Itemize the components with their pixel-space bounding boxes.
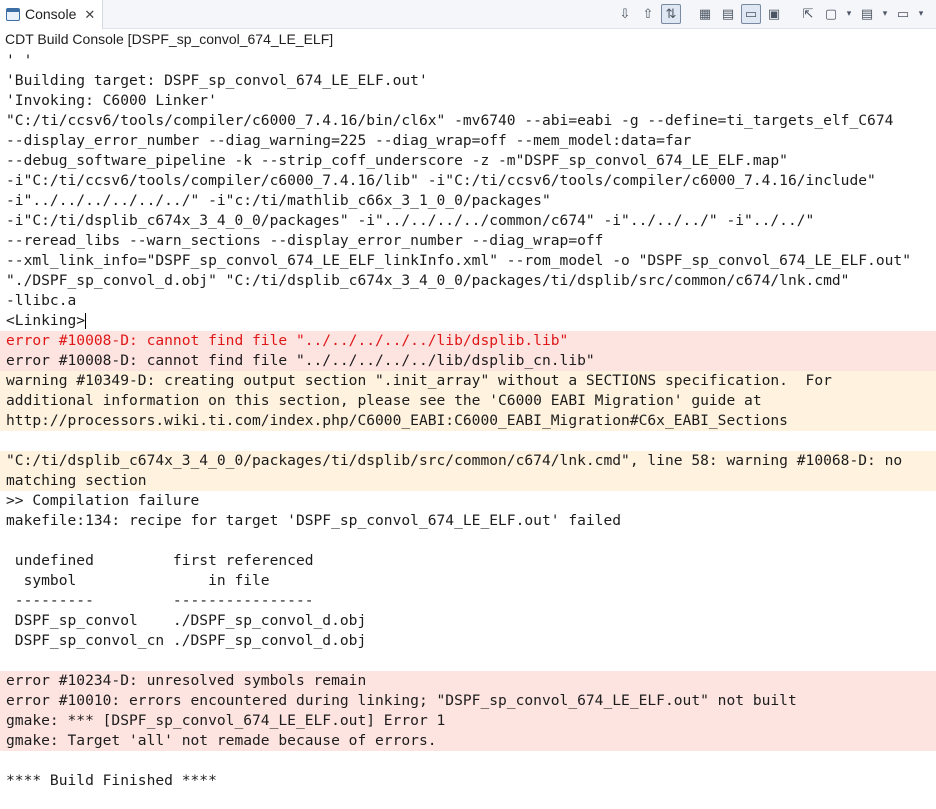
console-warning-line: matching section (0, 471, 936, 491)
console-warning-line: additional information on this section, … (0, 391, 936, 411)
console-line: makefile:134: recipe for target 'DSPF_sp… (6, 512, 622, 529)
copy-build-log-icon[interactable]: ▦ (695, 4, 715, 24)
console-line: <Linking> (6, 312, 87, 329)
console-line: --debug_software_pipeline -k --strip_cof… (6, 152, 788, 169)
pin-console-icon[interactable]: ⇱ (798, 4, 818, 24)
console-line: -i"C:/ti/ccsv6/tools/compiler/c6000_7.4.… (6, 172, 876, 189)
next-message-icon[interactable]: ⇩ (615, 4, 635, 24)
previous-message-icon[interactable]: ⇧ (638, 4, 658, 24)
display-console-dropdown-icon[interactable]: ▾ (844, 4, 854, 24)
console-warning-line: "C:/ti/dsplib_c674x_3_4_0_0/packages/ti/… (0, 451, 936, 471)
console-line: DSPF_sp_convol_cn ./DSPF_sp_convol_d.obj (6, 632, 367, 649)
console-line: --reread_libs --warn_sections --display_… (6, 232, 604, 249)
minimize-icon[interactable]: ▭ (893, 4, 913, 24)
console-line: symbol in file (6, 572, 270, 589)
close-icon[interactable]: ✕ (84, 7, 95, 23)
console-line: --------- ---------------- (6, 592, 314, 609)
console-line: --display_error_number --diag_warning=22… (6, 132, 692, 149)
display-console-icon[interactable]: ▢ (821, 4, 841, 24)
scroll-lock-icon[interactable]: ▭ (741, 4, 761, 24)
console-line: "C:/ti/ccsv6/tools/compiler/c6000_7.4.16… (6, 112, 894, 129)
console-line: >> Compilation failure (6, 492, 200, 509)
console-title: CDT Build Console [DSPF_sp_convol_674_LE… (5, 31, 334, 47)
console-warning-line: http://processors.wiki.ti.com/index.php/… (0, 411, 936, 431)
console-warning-line: warning #10349-D: creating output sectio… (0, 371, 936, 391)
console-output[interactable]: ' ' 'Building target: DSPF_sp_convol_674_… (0, 51, 936, 791)
clear-console-icon[interactable]: ▤ (718, 4, 738, 24)
view-tab-bar: Console ✕ ⇩ ⇧ ⇅ ▦ ▤ ▭ ▣ ⇱ ▢ ▾ ▤ ▾ ▭ ▾ (0, 0, 936, 29)
console-line: ' ' (6, 52, 33, 69)
console-toolbar: ⇩ ⇧ ⇅ ▦ ▤ ▭ ▣ ⇱ ▢ ▾ ▤ ▾ ▭ ▾ (615, 4, 926, 24)
text-cursor (85, 313, 87, 329)
console-line: **** Build Finished **** (6, 772, 217, 789)
tab-console-label: Console (25, 6, 77, 22)
console-icon (6, 8, 20, 21)
console-error-line: gmake: *** [DSPF_sp_convol_674_LE_ELF.ou… (0, 711, 936, 731)
console-line: 'Building target: DSPF_sp_convol_674_LE_… (6, 72, 428, 89)
console-line: DSPF_sp_convol ./DSPF_sp_convol_d.obj (6, 612, 367, 629)
console-error-line: error #10008-D: cannot find file "../../… (0, 351, 936, 371)
console-line: -llibc.a (6, 292, 77, 309)
open-console-dropdown-icon[interactable]: ▾ (880, 4, 890, 24)
console-line: -i"../../../../../../" -i"c:/ti/mathlib_… (6, 192, 551, 209)
link-with-editor-icon[interactable]: ⇅ (661, 4, 681, 24)
open-console-icon[interactable]: ▤ (857, 4, 877, 24)
console-line: --xml_link_info="DSPF_sp_convol_674_LE_E… (6, 252, 911, 269)
console-error-line: error #10234-D: unresolved symbols remai… (0, 671, 936, 691)
console-line: -i"C:/ti/dsplib_c674x_3_4_0_0/packages" … (6, 212, 815, 229)
console-line: "./DSPF_sp_convol_d.obj" "C:/ti/dsplib_c… (6, 272, 850, 289)
console-line: 'Invoking: C6000 Linker' (6, 92, 217, 109)
word-wrap-icon[interactable]: ▣ (764, 4, 784, 24)
tab-console[interactable]: Console ✕ (0, 0, 103, 29)
maximize-icon[interactable]: ▾ (916, 4, 926, 24)
console-line: undefined first referenced (6, 552, 314, 569)
console-error-line: error #10008-D: cannot find file "../../… (0, 331, 936, 351)
console-error-line: error #10010: errors encountered during … (0, 691, 936, 711)
console-error-line: gmake: Target 'all' not remade because o… (0, 731, 936, 751)
